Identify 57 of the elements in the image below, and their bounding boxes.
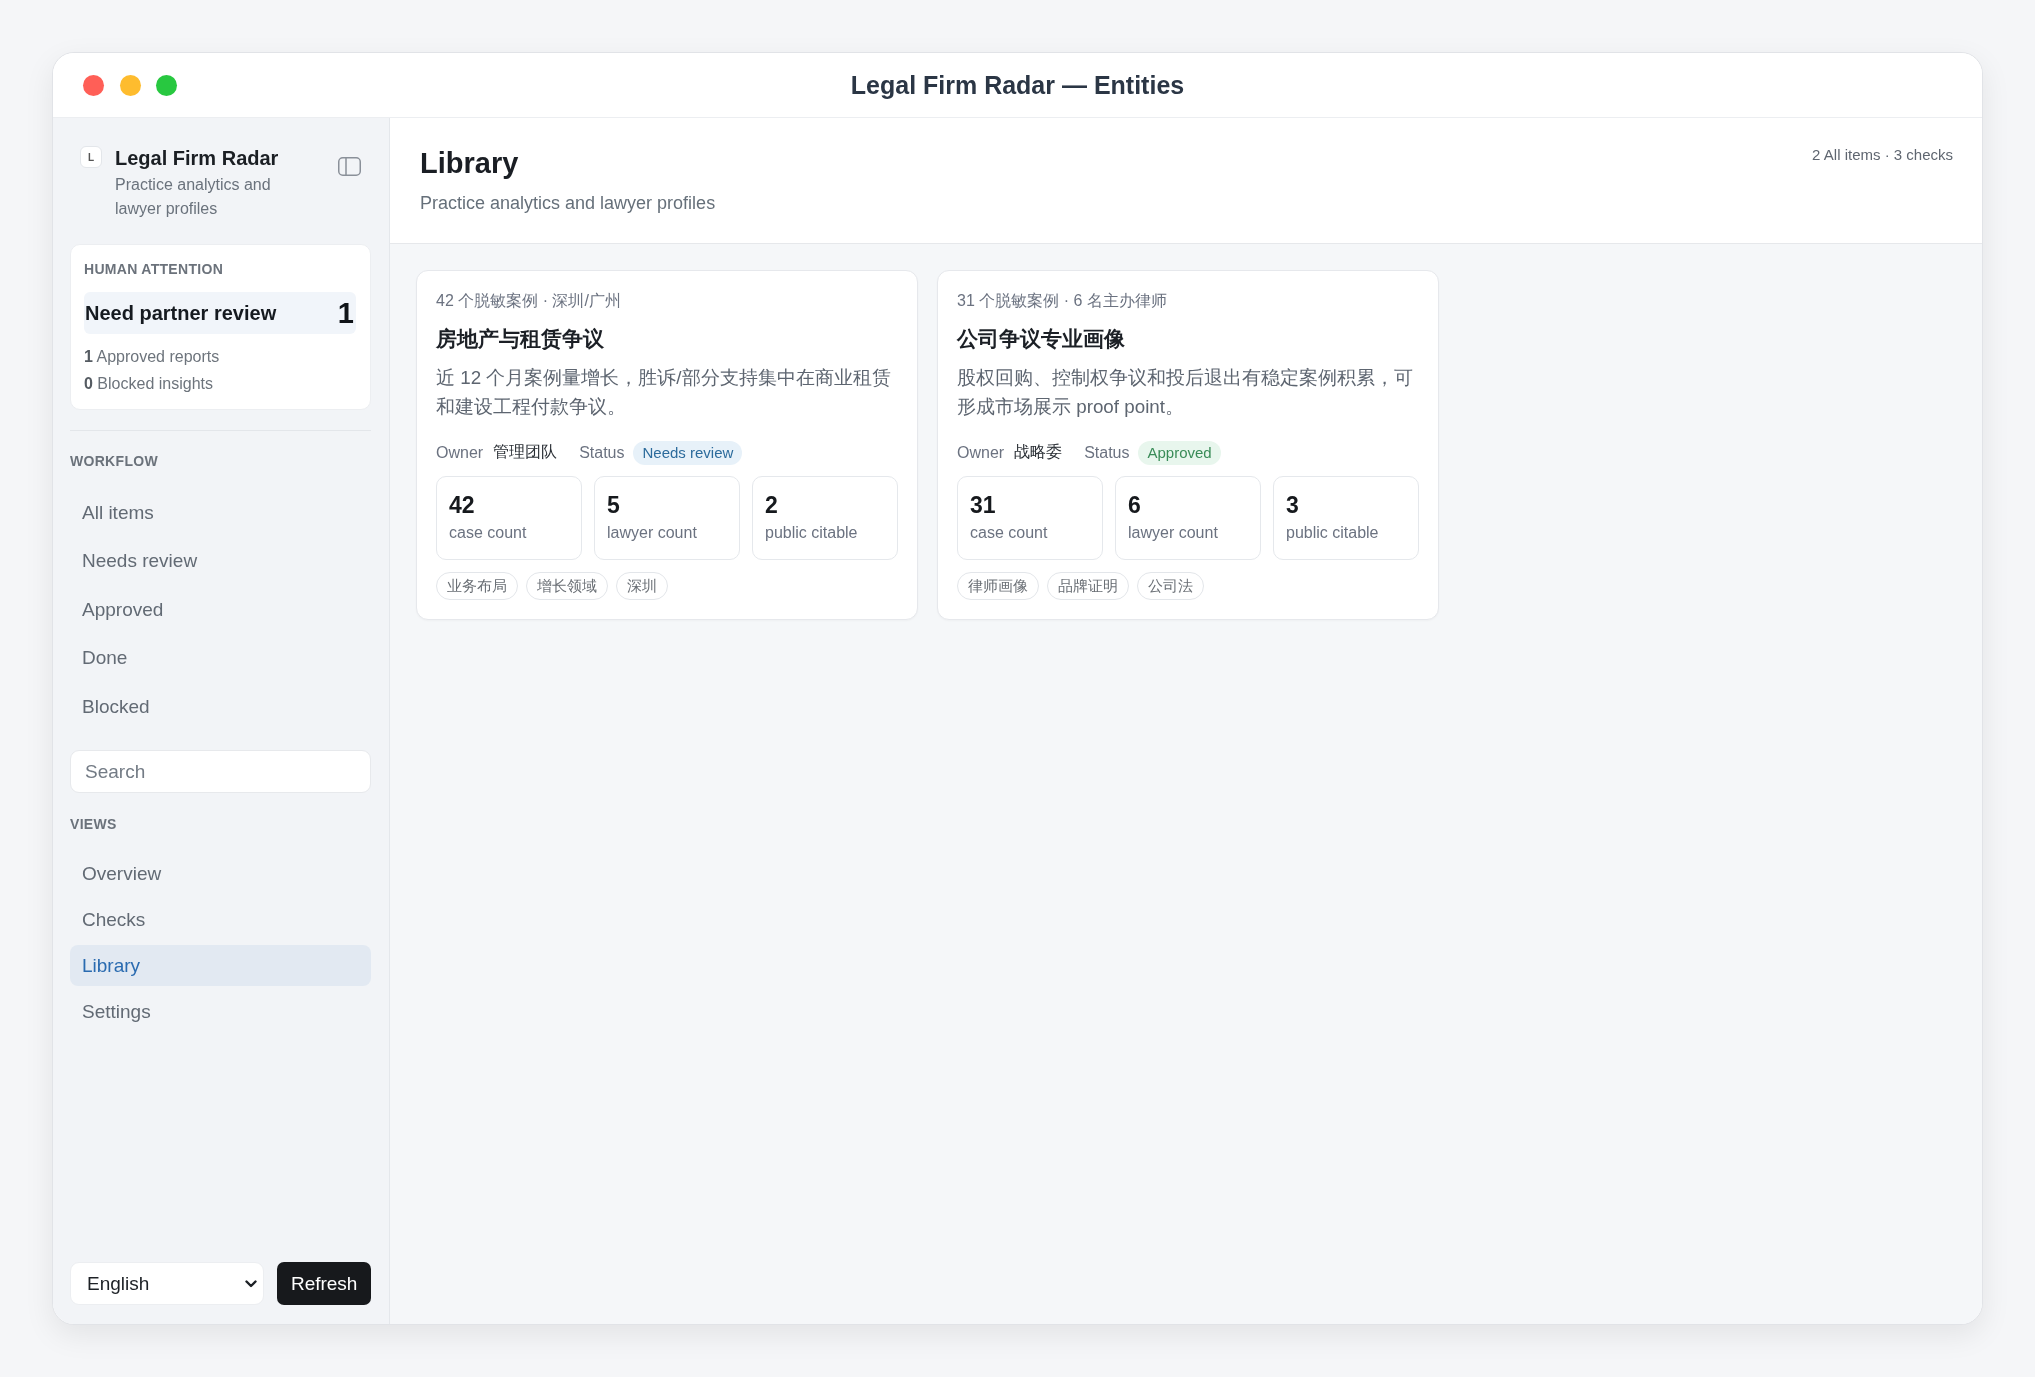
page-subtitle: Practice analytics and lawyer profiles — [420, 192, 716, 215]
refresh-button[interactable]: Refresh — [277, 1262, 371, 1305]
card-description: 股权回购、控制权争议和投后退出有稳定案例积累，可形成市场展示 proof point。 — [957, 366, 1414, 419]
item-summary: 2 All items · 3 checks — [1812, 145, 1953, 165]
card-title: 公司争议专业画像 — [957, 326, 1126, 352]
window-minimize-icon[interactable] — [119, 74, 141, 96]
window-close-icon[interactable] — [83, 74, 104, 96]
status-pill: Approved — [1138, 440, 1221, 465]
highlight-count: 1 — [337, 296, 354, 330]
search-field[interactable]: Search — [70, 750, 371, 793]
section-heading: VIEWS — [70, 815, 118, 833]
stat-label: case count — [449, 523, 528, 543]
status-label: Status — [1084, 443, 1130, 462]
sidebar-nav-item[interactable]: Settings — [70, 991, 371, 1032]
sidebar-nav-item[interactable]: Library — [70, 945, 371, 986]
sidebar-nav-item[interactable]: Blocked — [70, 686, 371, 727]
section-heading: WORKFLOW — [70, 452, 159, 470]
sidebar-nav-item[interactable]: Checks — [70, 899, 371, 940]
card-meta: 42 个脱敏案例 · 深圳/广州 — [436, 291, 622, 311]
stat-label: public citable — [765, 523, 859, 543]
stat-value: 3 — [1286, 491, 1300, 519]
sidebar-panel-icon[interactable] — [338, 157, 361, 176]
app-name: Legal Firm Radar — [115, 146, 280, 170]
status-label: Status — [579, 443, 625, 462]
language-select[interactable]: English — [70, 1262, 265, 1305]
card-title: 房地产与租赁争议 — [436, 326, 605, 352]
card-meta: 31 个脱敏案例 · 6 名主办律师 — [957, 291, 1168, 311]
window-title: Legal Firm Radar — Entities — [850, 70, 1185, 100]
chevron-down-icon — [245, 1279, 258, 1288]
owner-value: 管理团队 — [493, 442, 558, 462]
attention-stat: 0 Blocked insights — [84, 374, 214, 394]
stat-value: 5 — [607, 491, 621, 519]
stat-label: lawyer count — [1128, 523, 1219, 543]
sidebar-nav-item[interactable]: Overview — [70, 853, 371, 894]
sidebar-nav-item[interactable]: Needs review — [70, 540, 371, 582]
owner-label: Owner — [957, 443, 1005, 462]
stat-label: case count — [970, 523, 1049, 543]
owner-label: Owner — [436, 443, 484, 462]
stat-value: 31 — [970, 491, 997, 519]
card-description: 近 12 个月案例量增长，胜诉/部分支持集中在商业租赁和建设工程付款争议。 — [436, 366, 892, 419]
status-pill: Needs review — [633, 440, 743, 465]
stat-value: 2 — [765, 491, 779, 519]
sidebar-nav-item[interactable]: All items — [70, 492, 371, 533]
sidebar-nav-item[interactable]: Approved — [70, 589, 371, 630]
stat-value: 6 — [1128, 491, 1142, 519]
app-logo: L — [80, 146, 102, 168]
app-tagline: Practice analytics and lawyer profiles — [115, 175, 272, 219]
attention-heading: HUMAN ATTENTION — [84, 260, 225, 278]
window-maximize-icon[interactable] — [156, 74, 177, 96]
sidebar-nav-item[interactable]: Done — [70, 637, 371, 679]
stat-label: public citable — [1286, 523, 1380, 543]
stat-label: lawyer count — [607, 523, 698, 543]
highlight-label: Need partner review — [85, 301, 277, 325]
attention-stat: 1 Approved reports — [84, 347, 221, 367]
stat-value: 42 — [449, 491, 476, 519]
page-title: Library — [420, 146, 520, 181]
owner-value: 战略委 — [1014, 442, 1063, 462]
